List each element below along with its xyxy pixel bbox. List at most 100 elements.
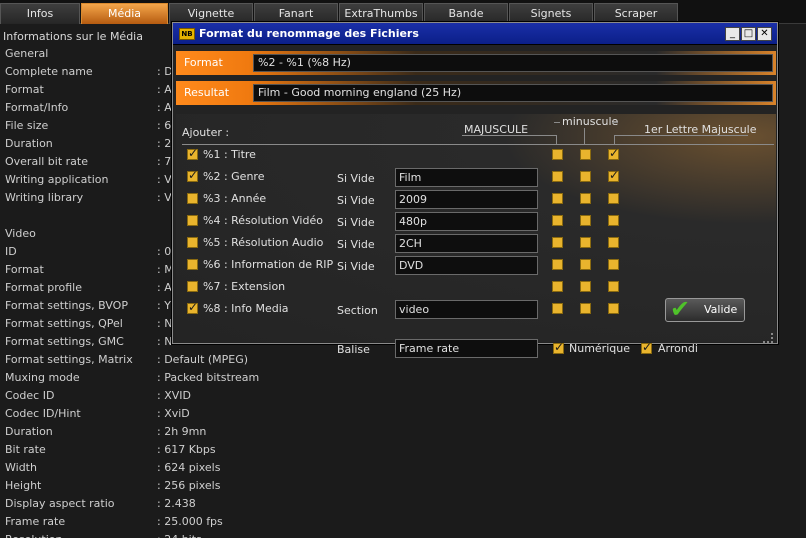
minuscule-checkbox[interactable] [580, 303, 591, 314]
info-key: ID [5, 245, 17, 258]
item-input[interactable]: DVD [395, 256, 538, 275]
info-key: Overall bit rate [5, 155, 88, 168]
info-row: Height : 256 pixels [0, 477, 806, 495]
item-label: %1 : Titre [203, 148, 256, 161]
divider [182, 144, 774, 145]
info-value: : 256 pixels [157, 479, 221, 492]
minuscule-checkbox[interactable] [580, 193, 591, 204]
divider [614, 135, 748, 136]
arrondi-checkbox[interactable] [641, 340, 652, 354]
item-checkbox[interactable] [187, 300, 198, 314]
minimize-icon[interactable]: _ [725, 27, 740, 41]
item-checkbox[interactable] [187, 237, 198, 248]
item-input[interactable]: 2CH [395, 234, 538, 253]
info-row: Codec ID/Hint: XviD [0, 405, 806, 423]
item-input[interactable]: 480p [395, 212, 538, 231]
info-key: Frame rate [5, 515, 66, 528]
numerique-checkbox[interactable] [553, 340, 564, 354]
premiere-lettre-checkbox[interactable] [608, 168, 619, 182]
item-input[interactable]: video [395, 300, 538, 319]
item-checkbox[interactable] [187, 259, 198, 270]
tab-bar: Infos Média Vignette Fanart ExtraThumbs … [0, 0, 806, 40]
item-sub-label: Section [337, 304, 378, 317]
maximize-icon[interactable]: □ [741, 27, 756, 41]
info-value: : Packed bitstream [157, 371, 260, 384]
tab-scraper[interactable]: Scraper [594, 3, 678, 24]
premiere-lettre-checkbox[interactable] [608, 193, 619, 204]
premiere-lettre-checkbox[interactable] [608, 146, 619, 160]
info-value: : Default (MPEG) [157, 353, 249, 366]
info-key: File size [5, 119, 49, 132]
info-value: : 2.438 [157, 497, 196, 510]
item-label: %3 : Année [203, 192, 267, 205]
valide-button[interactable]: ✔ Valide [665, 295, 745, 323]
majuscule-checkbox[interactable] [552, 281, 563, 292]
col-minuscule-label: minuscule [562, 115, 619, 128]
tab-media[interactable]: Média [81, 3, 168, 24]
premiere-lettre-checkbox[interactable] [608, 281, 619, 292]
minuscule-checkbox[interactable] [580, 171, 591, 182]
dialog-titlebar[interactable]: NB Format du renommage des Fichiers _ □ … [173, 23, 777, 45]
info-key: Format profile [5, 281, 83, 294]
arrondi-label: Arrondi [658, 342, 698, 355]
format-input[interactable]: %2 - %1 (%8 Hz) [253, 54, 773, 72]
premiere-lettre-checkbox[interactable] [608, 259, 619, 270]
tab-bande-annonce[interactable]: Bande Annonce [424, 3, 508, 40]
premiere-lettre-checkbox[interactable] [608, 237, 619, 248]
balise-input[interactable]: Frame rate [395, 339, 538, 358]
info-row: Frame rate: 25.000 fps [0, 513, 806, 531]
item-checkbox[interactable] [187, 168, 198, 182]
item-label: %6 : Information de RIP [203, 258, 334, 271]
majuscule-checkbox[interactable] [552, 303, 563, 314]
item-checkbox[interactable] [187, 215, 198, 226]
majuscule-checkbox[interactable] [552, 259, 563, 270]
options-panel: Ajouter : minuscule MAJUSCULE 1er Lettre… [176, 114, 776, 358]
item-checkbox[interactable] [187, 193, 198, 204]
info-key: Format [5, 83, 44, 96]
item-sub-label: Si Vide [337, 216, 375, 229]
tab-vignette[interactable]: Vignette [169, 3, 253, 24]
premiere-lettre-checkbox[interactable] [608, 303, 619, 314]
info-key: Muxing mode [5, 371, 80, 384]
info-key: Duration [5, 425, 53, 438]
majuscule-checkbox[interactable] [552, 237, 563, 248]
item-sub-label: Si Vide [337, 260, 375, 273]
minuscule-checkbox[interactable] [580, 215, 591, 226]
item-checkbox[interactable] [187, 146, 198, 160]
info-key: Height [5, 479, 42, 492]
balise-label: Balise [337, 343, 370, 356]
minuscule-checkbox[interactable] [580, 259, 591, 270]
tab-signets[interactable]: Signets [509, 3, 593, 24]
minuscule-checkbox[interactable] [580, 149, 591, 160]
info-value: : 2h 9mn [157, 425, 207, 438]
minuscule-checkbox[interactable] [580, 237, 591, 248]
majuscule-checkbox[interactable] [552, 149, 563, 160]
majuscule-checkbox[interactable] [552, 193, 563, 204]
close-icon[interactable]: ✕ [757, 27, 772, 41]
info-row: Resolution: 24 bits [0, 531, 806, 538]
info-key: Writing library [5, 191, 84, 204]
divider [612, 122, 618, 123]
info-value: : 7 [157, 155, 172, 168]
info-key: Complete name [5, 65, 93, 78]
tab-fanart[interactable]: Fanart [254, 3, 338, 24]
majuscule-checkbox[interactable] [552, 215, 563, 226]
info-key: Format settings, QPel [5, 317, 123, 330]
premiere-lettre-checkbox[interactable] [608, 215, 619, 226]
minuscule-checkbox[interactable] [580, 281, 591, 292]
info-value: : 24 bits [157, 531, 202, 538]
item-input[interactable]: Film [395, 168, 538, 187]
info-key: Format settings, GMC [5, 335, 124, 348]
majuscule-checkbox[interactable] [552, 171, 563, 182]
item-input[interactable]: 2009 [395, 190, 538, 209]
tab-extrathumbs[interactable]: ExtraThumbs [339, 3, 423, 24]
info-key: Codec ID/Hint [5, 407, 81, 420]
info-value: : N [157, 335, 173, 348]
info-key: Width [5, 461, 37, 474]
tab-infos[interactable]: Infos [0, 3, 80, 24]
item-checkbox[interactable] [187, 281, 198, 292]
info-key: Duration [5, 137, 53, 150]
info-row: Muxing mode : Packed bitstream [0, 369, 806, 387]
resize-grip-icon[interactable] [763, 333, 773, 343]
info-value: : A [157, 101, 172, 114]
